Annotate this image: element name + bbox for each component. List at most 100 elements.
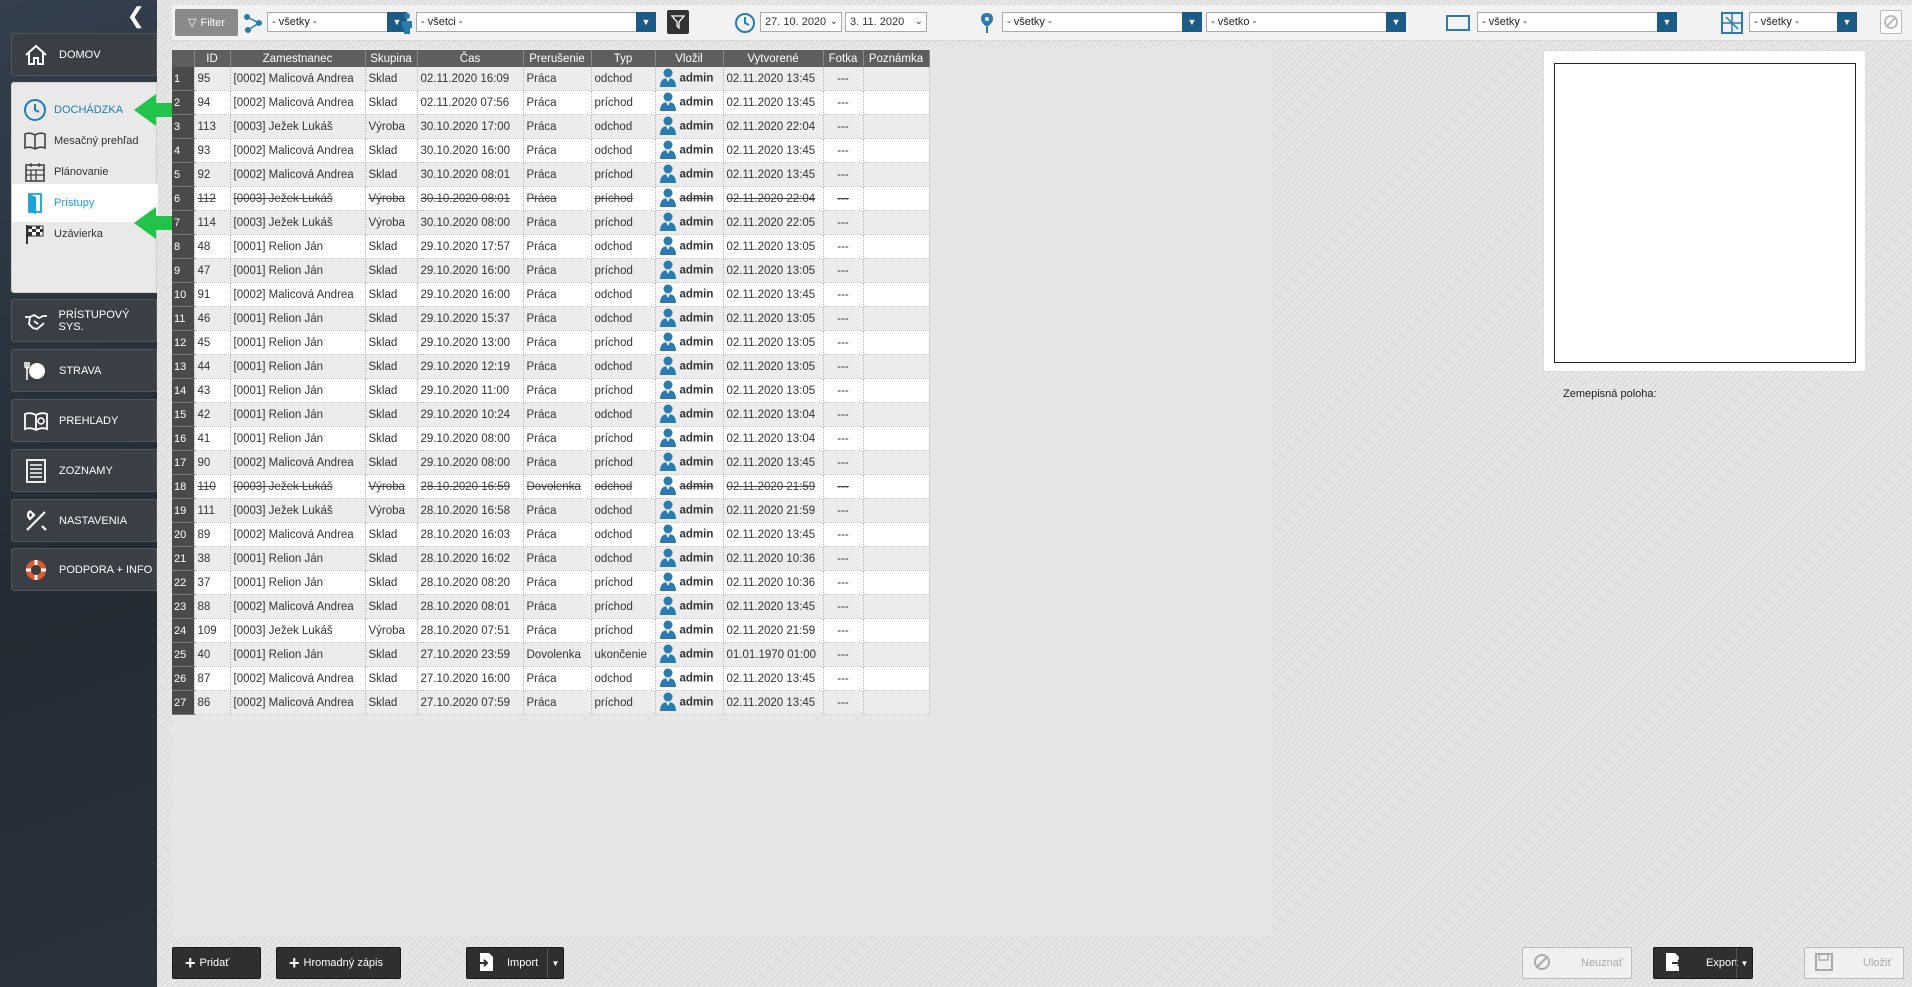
- table-row[interactable]: 11 46 [0001] Relion Ján Sklad 29.10.2020 15:…: [172, 306, 930, 331]
- table-header-row: ID Zamestnanec Skupina Čas Prerušenie Typ Vlož…: [172, 50, 930, 67]
- table-cell: Sklad: [365, 162, 418, 187]
- table-cell: admin: [655, 258, 724, 283]
- table-cell: odchod: [591, 498, 656, 523]
- table-row[interactable]: 12 45 [0001] Relion Ján Sklad 29.10.2020 13:…: [172, 330, 930, 355]
- export-button[interactable]: Export ▼: [1653, 947, 1753, 979]
- column-header[interactable]: Typ: [591, 50, 656, 67]
- table-cell: 02.11.2020 10:36: [723, 570, 824, 595]
- table-cell: 30.10.2020 16:00: [417, 138, 524, 163]
- person-select[interactable]: - všetci - ▼: [416, 12, 656, 32]
- table-row[interactable]: 13 44 [0001] Relion Ján Sklad 29.10.2020 12:…: [172, 354, 930, 379]
- table-cell: príchod: [591, 330, 656, 355]
- table-row[interactable]: 5 92 [0002] Malicová Andrea Sklad 30.10.2020…: [172, 162, 930, 187]
- table-cell: ---: [823, 258, 864, 283]
- nav-podpora-info[interactable]: PODPORA + INFO: [11, 548, 157, 591]
- table-row[interactable]: 6 112 [0003] Ježek Lukáš Výroba 30.10.2020 0…: [172, 186, 930, 211]
- table-cell: 28.10.2020 16:58: [417, 498, 524, 523]
- reject-button[interactable]: Neuznať: [1522, 947, 1632, 979]
- table-row[interactable]: 21 38 [0001] Relion Ján Sklad 28.10.2020 16:…: [172, 546, 930, 571]
- user-icon: [659, 187, 677, 210]
- column-header[interactable]: Zamestnanec: [230, 50, 366, 67]
- column-header[interactable]: Prerušenie: [523, 50, 592, 67]
- nav-strava[interactable]: STRAVA: [11, 349, 157, 392]
- table-cell: [0003] Ježek Lukáš: [230, 474, 366, 499]
- column-header[interactable]: [172, 50, 195, 67]
- column-header[interactable]: Skupina: [365, 50, 418, 67]
- table-row[interactable]: 26 87 [0002] Malicová Andrea Sklad 27.10.202…: [172, 666, 930, 691]
- table-row[interactable]: 9 47 [0001] Relion Ján Sklad 29.10.2020 16:0…: [172, 258, 930, 283]
- column-header[interactable]: Fotka: [823, 50, 864, 67]
- collapse-sidebar-icon[interactable]: ❮: [127, 5, 145, 27]
- table-cell: 29.10.2020 12:19: [417, 354, 524, 379]
- table-row[interactable]: 14 43 [0001] Relion Ján Sklad 29.10.2020 11:…: [172, 378, 930, 403]
- save-button[interactable]: Uložiť: [1804, 947, 1904, 979]
- table-row[interactable]: 17 90 [0002] Malicová Andrea Sklad 29.10.202…: [172, 450, 930, 475]
- nav-zoznamy[interactable]: ZOZNAMY: [11, 449, 157, 492]
- bulk-entry-button[interactable]: + Hromadný zápis: [276, 947, 401, 979]
- table-row[interactable]: 20 89 [0002] Malicová Andrea Sklad 28.10.202…: [172, 522, 930, 547]
- chevron-down-icon: ⌄: [914, 16, 923, 27]
- table-cell: odchod: [591, 666, 656, 691]
- row-number: 5: [172, 162, 195, 187]
- column-header[interactable]: ID: [194, 50, 231, 67]
- nav-nastavenia[interactable]: NASTAVENIA: [11, 499, 157, 542]
- column-header[interactable]: Čas: [417, 50, 524, 67]
- column-header[interactable]: Vložil: [655, 50, 724, 67]
- column-header[interactable]: Poznámka: [863, 50, 930, 67]
- table-cell: 02.11.2020 13:04: [723, 426, 824, 451]
- import-button[interactable]: Import ▼: [466, 947, 564, 979]
- table-row[interactable]: 7 114 [0003] Ježek Lukáš Výroba 30.10.2020 0…: [172, 210, 930, 235]
- caret-down-icon[interactable]: ▼: [1736, 948, 1752, 978]
- table-cell: 87: [194, 666, 231, 691]
- table-row[interactable]: 27 86 [0002] Malicová Andrea Sklad 27.10.202…: [172, 690, 930, 715]
- terminal-select[interactable]: - všetky - ▼: [1477, 12, 1677, 32]
- nav-pristupovy-sys[interactable]: PRÍSTUPOVÝ SYS.: [11, 299, 157, 342]
- group-select[interactable]: - všetky - ▼: [267, 12, 407, 32]
- user-icon: [659, 115, 677, 138]
- table-cell: Výroba: [365, 114, 418, 139]
- add-button[interactable]: + Pridať: [172, 947, 261, 979]
- table-cell: príchod: [591, 618, 656, 643]
- table-cell: Sklad: [365, 426, 418, 451]
- table-cell: 02.11.2020 22:05: [723, 210, 824, 235]
- table-cell: Práca: [523, 234, 592, 259]
- table-row[interactable]: 15 42 [0001] Relion Ján Sklad 29.10.2020 10:…: [172, 402, 930, 427]
- clear-filter-icon[interactable]: [667, 10, 689, 34]
- export-label: Export: [1706, 957, 1738, 969]
- nav-domov[interactable]: DOMOV: [11, 33, 157, 76]
- nav-prehlady[interactable]: PREHĽADY: [11, 399, 157, 442]
- map-select[interactable]: - všetky - ▼: [1749, 12, 1857, 32]
- table-row[interactable]: 24 109 [0003] Ježek Lukáš Výroba 28.10.2020 …: [172, 618, 930, 643]
- user-icon: [659, 283, 677, 306]
- table-row[interactable]: 3 113 [0003] Ježek Lukáš Výroba 30.10.2020 1…: [172, 114, 930, 139]
- date-to-input[interactable]: 3. 11. 2020 ⌄: [845, 12, 927, 32]
- caret-down-icon[interactable]: ▼: [547, 948, 563, 978]
- column-header[interactable]: Vytvorené: [723, 50, 824, 67]
- inserted-by: admin: [679, 192, 714, 205]
- table-row[interactable]: 10 91 [0002] Malicová Andrea Sklad 29.10.202…: [172, 282, 930, 307]
- location-select[interactable]: - všetky - ▼: [1002, 12, 1202, 32]
- table-row[interactable]: 19 111 [0003] Ježek Lukáš Výroba 28.10.2020 …: [172, 498, 930, 523]
- table-row[interactable]: 2 94 [0002] Malicová Andrea Sklad 02.11.2020…: [172, 90, 930, 115]
- table-cell: ---: [823, 426, 864, 451]
- table-row[interactable]: 8 48 [0001] Relion Ján Sklad 29.10.2020 17:5…: [172, 234, 930, 259]
- filter-button[interactable]: ▽ Filter: [175, 9, 238, 36]
- table-cell: 02.11.2020 13:45: [723, 594, 824, 619]
- table-cell: [863, 282, 930, 307]
- table-row[interactable]: 18 110 [0003] Ježek Lukáš Výroba 28.10.2020 …: [172, 474, 930, 499]
- table-row[interactable]: 25 40 [0001] Relion Ján Sklad 27.10.2020 23:…: [172, 642, 930, 667]
- date-from-input[interactable]: 27. 10. 2020 ⌄: [760, 12, 842, 32]
- inserted-by: admin: [679, 168, 714, 181]
- all-select[interactable]: - všetko - ▼: [1206, 12, 1406, 32]
- location-pin-icon: [974, 10, 1000, 36]
- table-cell: Práca: [523, 666, 592, 691]
- table-row[interactable]: 23 88 [0002] Malicová Andrea Sklad 28.10.202…: [172, 594, 930, 619]
- disabled-cancel-icon[interactable]: [1880, 10, 1902, 34]
- inserted-by: admin: [679, 648, 714, 661]
- table-cell: Práca: [523, 210, 592, 235]
- table-row[interactable]: 22 37 [0001] Relion Ján Sklad 28.10.2020 08:…: [172, 570, 930, 595]
- table-row[interactable]: 1 95 [0002] Malicová Andrea Sklad 02.11.2020…: [172, 67, 930, 91]
- table-row[interactable]: 16 41 [0001] Relion Ján Sklad 29.10.2020 08:…: [172, 426, 930, 451]
- table-cell: [863, 162, 930, 187]
- table-row[interactable]: 4 93 [0002] Malicová Andrea Sklad 30.10.2020…: [172, 138, 930, 163]
